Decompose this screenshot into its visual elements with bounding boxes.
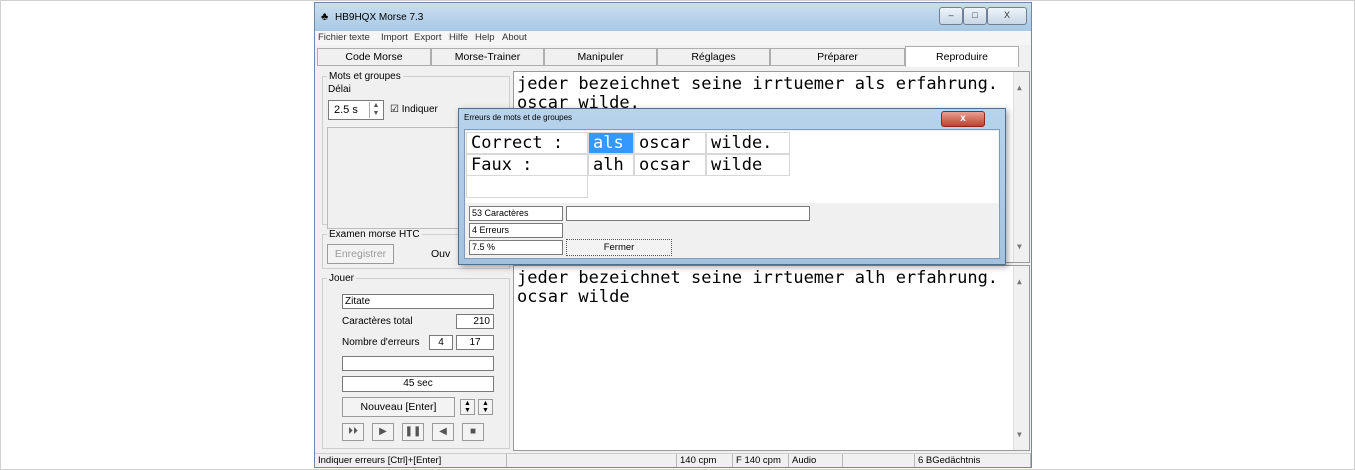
indicate-checkbox[interactable]: ☑ Indiquer: [390, 104, 438, 115]
menu-bar: Fichier texte Import Export Hilfe Help A…: [315, 31, 1031, 45]
tab-preparer[interactable]: Préparer: [770, 48, 905, 66]
delay-label: Délai: [328, 84, 351, 95]
status-empty: [507, 454, 677, 467]
typed-text-scrollbar[interactable]: ▲ ▼: [1013, 266, 1029, 450]
tab-bar: Code Morse Morse-Trainer Manipuler Régla…: [315, 46, 1031, 67]
spinner-a-icon[interactable]: ▲ ▼: [460, 399, 475, 415]
menu-help[interactable]: Help: [475, 32, 495, 43]
new-button[interactable]: Nouveau [Enter]: [342, 397, 455, 417]
app-icon: ♣: [321, 11, 329, 23]
correct-word-cell[interactable]: oscar: [634, 132, 706, 154]
status-audio: Audio: [789, 454, 843, 467]
correct-word-cell[interactable]: als: [588, 132, 634, 154]
dialog-close-button[interactable]: x: [941, 111, 985, 127]
wrong-word-cell[interactable]: wilde: [706, 154, 790, 176]
error-percent: 7.5 %: [469, 240, 563, 255]
words-list-area: [327, 127, 460, 229]
pause-icon[interactable]: ❚❚: [402, 423, 424, 441]
title-bar: ♣ HB9HQX Morse 7.3 – □ X: [315, 3, 1031, 31]
typed-text-area[interactable]: jeder bezeichnet seine irrtuemer alh erf…: [513, 265, 1030, 451]
time-display: 45 sec: [342, 376, 494, 392]
wrong-row-label: Faux :: [466, 154, 588, 176]
back-icon[interactable]: ◀: [432, 423, 454, 441]
window-title: HB9HQX Morse 7.3: [335, 12, 424, 23]
original-text-line-1: jeder bezeichnet seine irrtuemer als erf…: [517, 74, 999, 94]
errors-count: 4: [429, 335, 453, 350]
status-memory: 6 BGedächtnis: [915, 454, 1031, 467]
player-controls: ⏵⏵ ▶ ❚❚ ◀ ■: [342, 423, 502, 443]
menu-about[interactable]: About: [502, 32, 527, 43]
dialog-title: Erreurs de mots et de groupes: [464, 113, 573, 122]
total-chars-label: Caractères total: [342, 316, 413, 327]
delay-value: 2.5 s: [334, 104, 358, 116]
dialog-progress-bar: [566, 206, 810, 221]
menu-export[interactable]: Export: [414, 32, 441, 43]
chars-count: 53 Caractères: [469, 206, 563, 221]
play-title: Jouer: [329, 273, 355, 284]
tab-manipuler[interactable]: Manipuler: [544, 48, 657, 66]
status-bar: Indiquer erreurs [Ctrl]+[Enter] 140 cpm …: [315, 453, 1031, 467]
correct-word-cell[interactable]: wilde.: [706, 132, 790, 154]
errors-count-secondary: 17: [456, 335, 494, 350]
wrong-word-cell[interactable]: alh: [588, 154, 634, 176]
stop-icon[interactable]: ■: [462, 423, 484, 441]
close-button[interactable]: X: [987, 7, 1027, 25]
wrong-word-cell[interactable]: ocsar: [634, 154, 706, 176]
maximize-button[interactable]: □: [963, 7, 987, 25]
play-icon[interactable]: ▶: [372, 423, 394, 441]
spinner-b-icon[interactable]: ▲ ▼: [478, 399, 493, 415]
tab-reproduire[interactable]: Reproduire: [905, 46, 1019, 67]
status-cpm: 140 cpm: [677, 454, 733, 467]
errors-dialog: Erreurs de mots et de groupes x Correct …: [458, 108, 1006, 265]
tab-morse-trainer[interactable]: Morse-Trainer: [431, 48, 544, 66]
dialog-body: Correct : als oscar wilde. Faux : alh oc…: [464, 129, 1000, 259]
errors-label: Nombre d'erreurs: [342, 337, 420, 348]
indicate-label: Indiquer: [401, 104, 438, 115]
menu-import[interactable]: Import: [381, 32, 408, 43]
window-controls: – □ X: [939, 7, 1027, 25]
open-button[interactable]: Ouv: [431, 248, 450, 260]
menu-fichier-texte[interactable]: Fichier texte: [318, 32, 370, 43]
errors-count-box: 4 Erreurs: [469, 223, 563, 238]
delay-spinner[interactable]: 2.5 s ▲ ▼: [328, 100, 384, 120]
spinner-arrows-icon[interactable]: ▲ ▼: [369, 102, 382, 118]
comparison-grid: Correct : als oscar wilde. Faux : alh oc…: [466, 131, 998, 203]
total-chars-value: 210: [456, 314, 494, 329]
minimize-button[interactable]: –: [939, 7, 963, 25]
words-groups-title: Mots et groupes: [329, 71, 401, 82]
status-blank-2: [843, 454, 915, 467]
status-fcpm: F 140 cpm: [733, 454, 789, 467]
original-text-scrollbar[interactable]: ▲ ▼: [1013, 72, 1029, 262]
tab-reglages[interactable]: Réglages: [657, 48, 770, 66]
status-hint: Indiquer erreurs [Ctrl]+[Enter]: [315, 454, 507, 467]
play-slow-icon[interactable]: ⏵⏵: [342, 423, 364, 441]
exam-title: Examen morse HTC: [329, 229, 420, 240]
progress-box: [342, 356, 494, 371]
record-button[interactable]: Enregistrer: [327, 244, 394, 264]
correct-row-label: Correct :: [466, 132, 588, 154]
menu-hilfe[interactable]: Hilfe: [449, 32, 468, 43]
tab-code-morse[interactable]: Code Morse: [317, 48, 431, 66]
grid-empty-row: [466, 176, 588, 198]
typed-text-line-2: ocsar wilde: [517, 287, 630, 307]
dialog-close-fermer-button[interactable]: Fermer: [566, 239, 672, 256]
typed-text-line-1: jeder bezeichnet seine irrtuemer alh erf…: [517, 268, 999, 288]
source-field[interactable]: Zitate: [342, 294, 494, 309]
